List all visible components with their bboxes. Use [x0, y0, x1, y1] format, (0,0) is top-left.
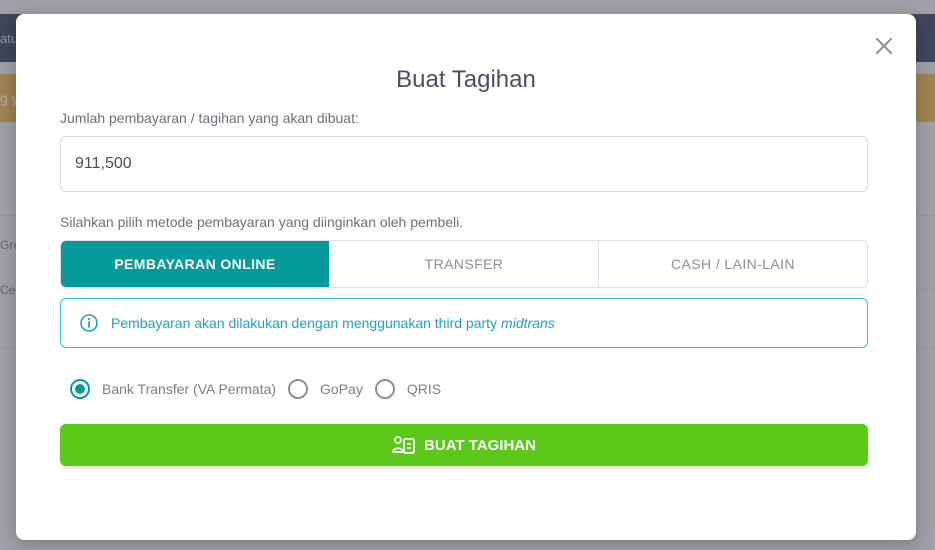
create-invoice-modal: Buat Tagihan Jumlah pembayaran / tagihan…	[16, 14, 916, 540]
create-invoice-button[interactable]: BUAT TAGIHAN	[60, 424, 868, 466]
invoice-user-icon	[392, 435, 416, 455]
close-icon[interactable]	[874, 36, 894, 56]
tab-online-payment[interactable]: PEMBAYARAN ONLINE	[61, 241, 329, 287]
tab-transfer[interactable]: TRANSFER	[329, 241, 598, 287]
payment-options: Bank Transfer (VA Permata) GoPay QRIS	[70, 378, 453, 400]
modal-title: Buat Tagihan	[396, 66, 536, 93]
tab-cash-other[interactable]: CASH / LAIN-LAIN	[598, 241, 867, 287]
radio-circle[interactable]	[70, 379, 90, 399]
payment-method-label: Silahkan pilih metode pembayaran yang di…	[60, 214, 464, 230]
info-alert: Pembayaran akan dilakukan dengan menggun…	[60, 298, 868, 348]
radio-bank-transfer[interactable]: Bank Transfer (VA Permata)	[70, 379, 276, 399]
create-invoice-label: BUAT TAGIHAN	[424, 436, 536, 454]
info-text: Pembayaran akan dilakukan dengan menggun…	[111, 315, 498, 331]
radio-label: GoPay	[320, 381, 363, 397]
info-circle-icon	[79, 313, 99, 333]
amount-input[interactable]	[60, 136, 868, 192]
radio-circle[interactable]	[288, 379, 309, 399]
info-provider: midtrans	[501, 315, 555, 331]
radio-qris[interactable]: QRIS	[374, 379, 442, 399]
radio-circle[interactable]	[374, 379, 395, 399]
radio-label: Bank Transfer (VA Permata)	[102, 381, 277, 397]
radio-label: QRIS	[406, 381, 442, 397]
amount-label: Jumlah pembayaran / tagihan yang akan di…	[60, 110, 359, 126]
payment-method-tabs: PEMBAYARAN ONLINE TRANSFER CASH / LAIN-L…	[60, 240, 868, 288]
radio-gopay[interactable]: GoPay	[288, 379, 363, 399]
